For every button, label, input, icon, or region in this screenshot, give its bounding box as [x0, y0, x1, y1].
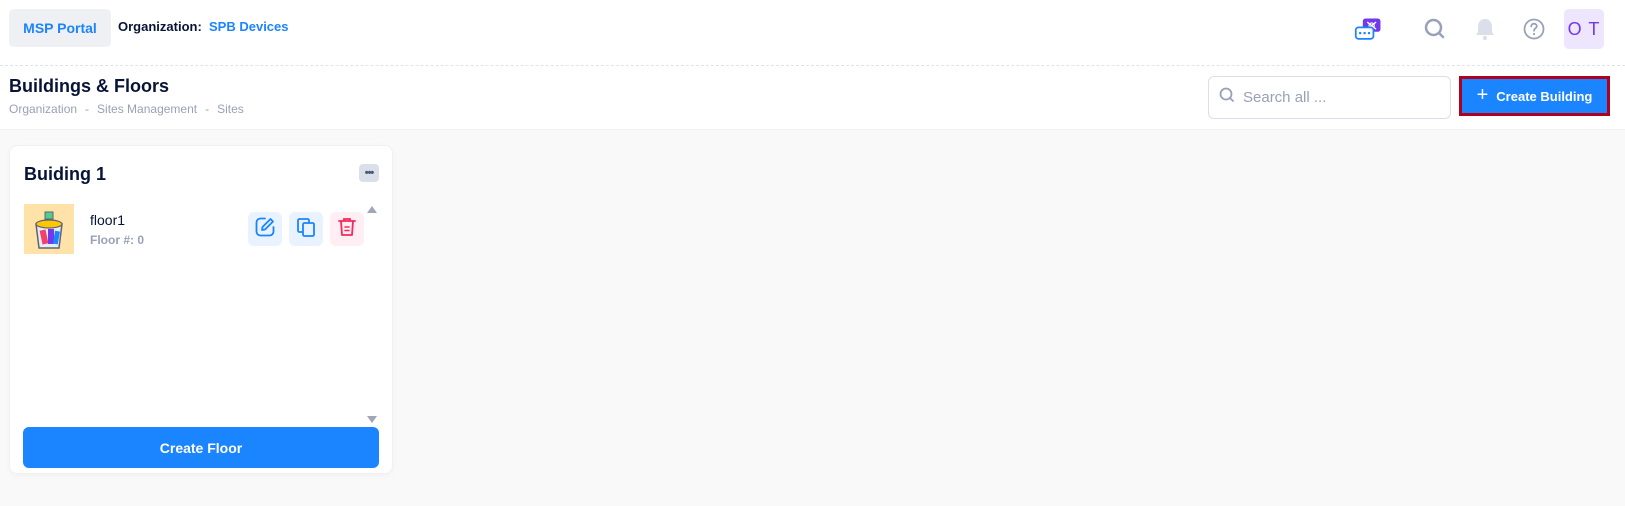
create-floor-button[interactable]: Create Floor: [23, 427, 379, 468]
floor-number: Floor #: 0: [90, 233, 145, 247]
top-bar: MSP Portal Organization: SPB Devices O T: [0, 0, 1625, 66]
edit-icon: [254, 216, 276, 243]
delete-floor-button[interactable]: [330, 212, 364, 246]
copy-icon: [295, 216, 317, 243]
more-options-icon[interactable]: •••: [359, 164, 379, 182]
create-building-label: Create Building: [1496, 88, 1593, 104]
breadcrumb-sites-management[interactable]: Sites Management: [97, 102, 197, 116]
plus-icon: +: [1476, 84, 1489, 106]
breadcrumb-organization[interactable]: Organization: [9, 102, 77, 116]
msp-portal-button[interactable]: MSP Portal: [9, 9, 111, 47]
bell-icon[interactable]: [1470, 14, 1500, 44]
breadcrumb: Organization - Sites Management - Sites: [9, 102, 244, 116]
chat-icon[interactable]: [1354, 15, 1384, 45]
search-icon: [1219, 87, 1235, 108]
search-box: [1208, 76, 1451, 119]
create-building-button[interactable]: + Create Building: [1459, 76, 1610, 116]
search-input[interactable]: [1243, 89, 1433, 106]
building-title: Buiding 1: [24, 164, 106, 184]
user-avatar[interactable]: O T: [1564, 9, 1604, 49]
list-item[interactable]: floor1 Floor #: 0: [24, 204, 364, 254]
breadcrumb-separator: -: [205, 102, 210, 116]
scroll-down-arrow[interactable]: [367, 416, 377, 423]
page-header: Buildings & Floors Organization - Sites …: [0, 66, 1625, 130]
page-title: Buildings & Floors: [9, 76, 169, 96]
organization-label: Organization:: [118, 19, 202, 34]
help-icon[interactable]: [1519, 14, 1549, 44]
floor-thumbnail: [24, 204, 74, 254]
organization-name[interactable]: SPB Devices: [209, 19, 289, 34]
scroll-up-arrow[interactable]: [367, 206, 377, 213]
edit-floor-button[interactable]: [248, 212, 282, 246]
breadcrumb-separator: -: [85, 102, 90, 116]
search-icon[interactable]: [1420, 14, 1450, 44]
breadcrumb-sites: Sites: [217, 102, 244, 116]
copy-floor-button[interactable]: [289, 212, 323, 246]
building-card: Buiding 1 ••• floor1 Floor #: 0 Create F…: [9, 145, 393, 474]
floor-name: floor1: [90, 212, 126, 228]
trash-icon: [337, 216, 357, 243]
